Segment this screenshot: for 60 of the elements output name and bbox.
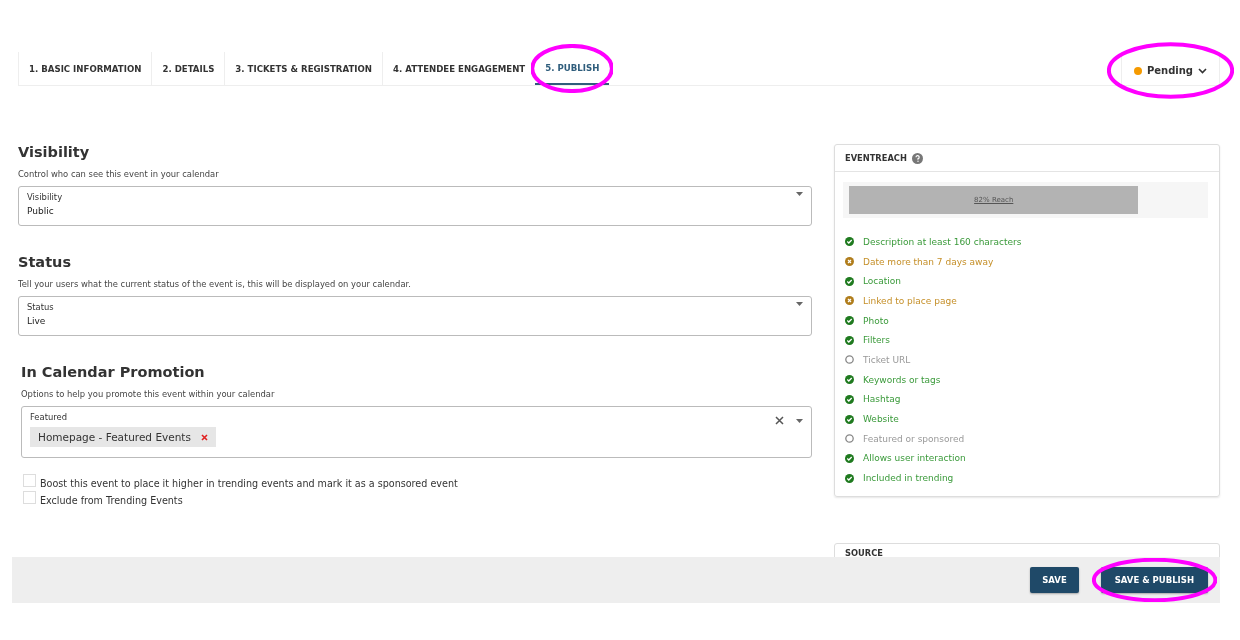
remove-icon[interactable] [200, 433, 208, 441]
check-circle-icon [845, 394, 854, 404]
reach-criterion: Ticket URL [863, 354, 911, 365]
field-value: Public [27, 206, 55, 216]
section-heading: Status [18, 254, 73, 270]
check-circle-icon [845, 237, 854, 247]
reach-criterion: Allows user interaction [863, 453, 966, 464]
reach-criterion: Photo [863, 315, 889, 326]
field-value: Live [27, 316, 47, 326]
dropdown-caret-icon [796, 302, 803, 306]
check-circle-icon [845, 453, 854, 463]
reach-criterion: Linked to place page [863, 295, 957, 306]
reach-criterion: Description at least 160 characters [863, 236, 1022, 247]
check-circle-icon [845, 473, 854, 483]
section-description: Options to help you promote this event within your calendar [21, 389, 276, 399]
checkbox-label: Exclude from Trending Events [40, 495, 183, 506]
dropdown-caret-icon [796, 418, 803, 423]
section-description: Tell your users what the current status of the event is, this will be displayed on your calendar. [18, 279, 412, 289]
dropdown-caret-icon [796, 192, 803, 196]
reach-criterion: Included in trending [863, 473, 954, 484]
select-field[interactable]: Status Live [18, 296, 812, 336]
check-circle-icon [845, 335, 854, 345]
check-circle-icon [845, 414, 854, 424]
step-tab[interactable]: 4. ATTENDEE ENGAGEMENT [382, 52, 536, 85]
field-label: Status [27, 302, 54, 312]
reach-criterion: Keywords or tags [863, 374, 941, 385]
section-heading: In Calendar Promotion [21, 364, 206, 380]
tag-label: Homepage - Featured Events [38, 431, 191, 443]
step-tab[interactable]: 2. DETAILS [151, 52, 225, 85]
chevron-down-icon [1198, 67, 1207, 74]
step-tab[interactable]: 1. BASIC INFORMATION [18, 52, 152, 85]
checkbox-label: Boost this event to place it higher in trending events and mark it as a sponsored event [40, 478, 458, 489]
reach-criterion: Hashtag [863, 394, 901, 405]
x-circle-icon [845, 257, 854, 267]
select-field[interactable]: Visibility Public [18, 186, 812, 226]
reach-criterion: Date more than 7 days away [863, 256, 994, 267]
help-icon[interactable] [911, 152, 923, 164]
check-circle-icon [845, 375, 854, 385]
save-button[interactable]: SAVE [1030, 567, 1079, 593]
field-label: Featured [30, 412, 68, 422]
x-circle-icon [845, 296, 854, 306]
checkbox[interactable] [23, 474, 36, 487]
save-and-publish-button[interactable]: SAVE & PUBLISH [1100, 567, 1208, 593]
check-circle-icon [845, 316, 854, 326]
multi-select-field[interactable]: Featured Homepage - Featured Events [21, 406, 812, 458]
section-description: Control who can see this event in your calendar [18, 169, 220, 179]
check-circle-icon [845, 276, 854, 286]
reach-criterion: Featured or sponsored [863, 433, 965, 444]
empty-circle-icon [845, 355, 854, 365]
empty-circle-icon [845, 434, 854, 444]
clear-icon[interactable] [775, 416, 784, 425]
reach-criterion: Website [863, 414, 899, 425]
checkbox[interactable] [23, 491, 36, 504]
field-label: Visibility [27, 192, 63, 202]
reach-criterion: Filters [863, 335, 890, 346]
step-tab[interactable]: 3. TICKETS & REGISTRATION [224, 52, 382, 85]
section-heading: Visibility [18, 144, 91, 160]
card-title: SOURCE [845, 547, 883, 558]
card-title: EVENTREACH [845, 153, 907, 163]
reach-criterion: Location [863, 276, 902, 287]
